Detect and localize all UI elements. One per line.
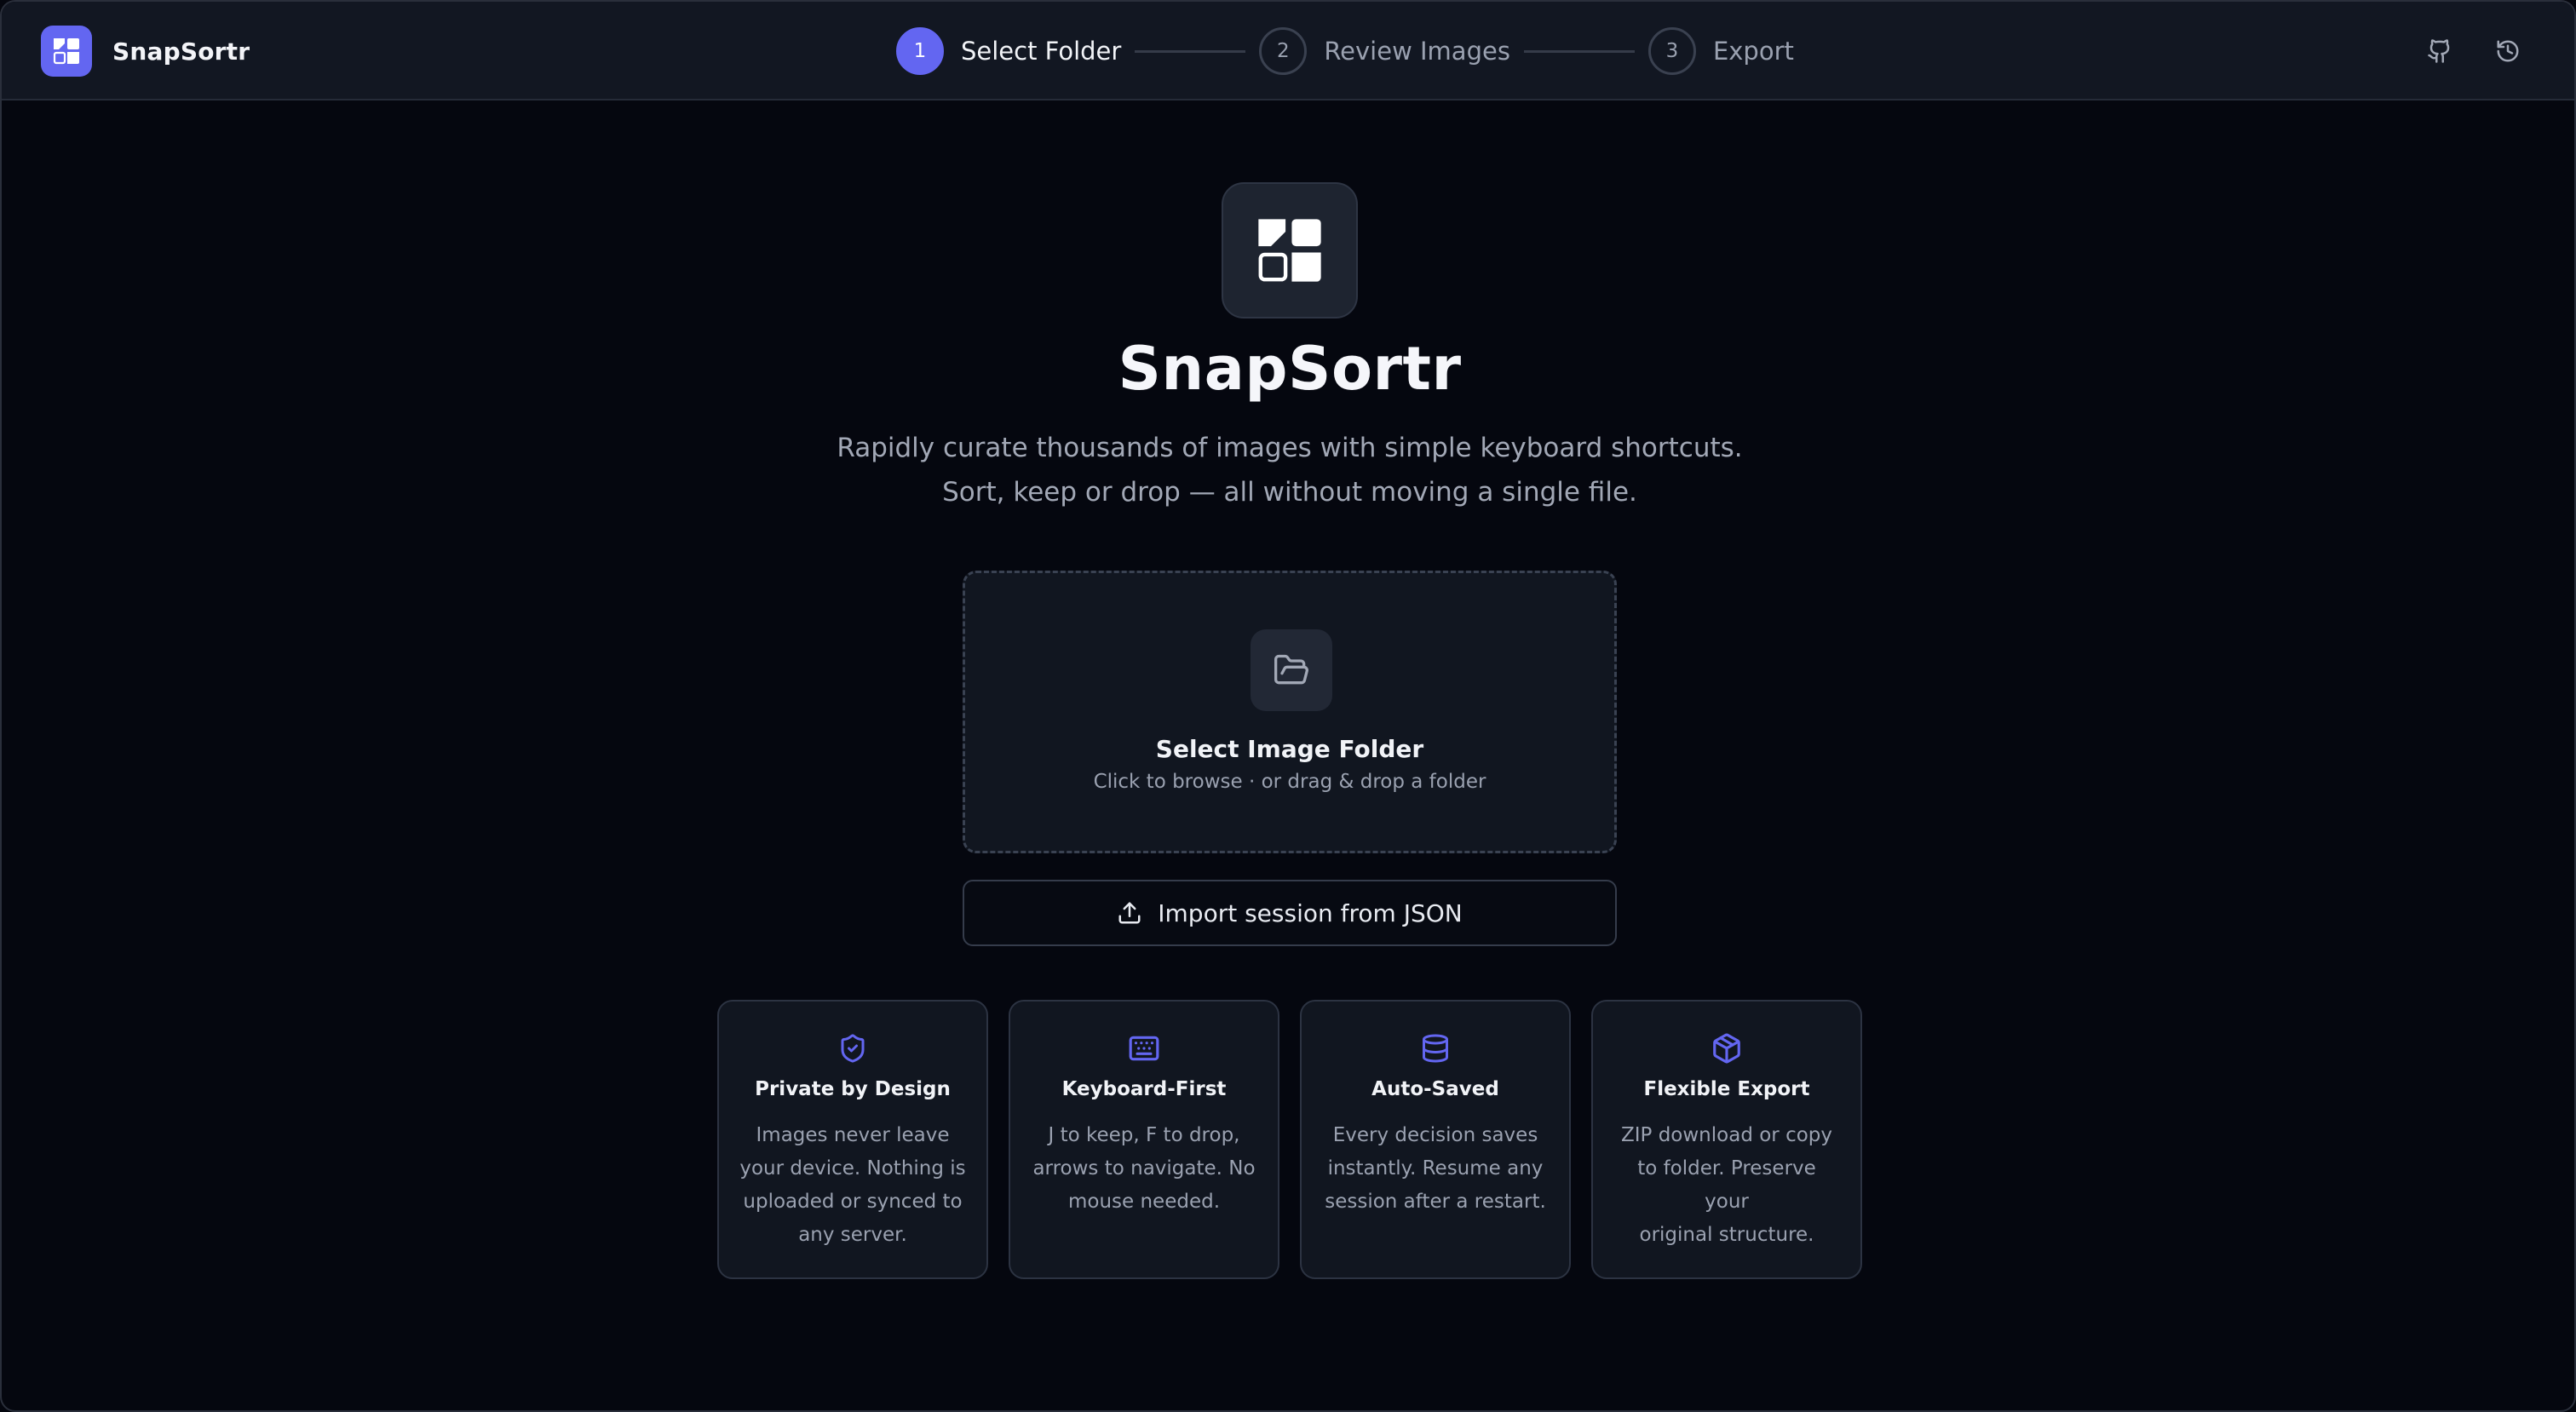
app-window: SnapSortr 1 Select Folder 2 Review Image… — [0, 0, 2576, 1412]
hero-title: SnapSortr — [1118, 334, 1462, 404]
step-label: Review Images — [1324, 37, 1510, 66]
brand[interactable]: SnapSortr — [41, 26, 250, 77]
feature-desc-line: instantly. Resume any — [1327, 1157, 1544, 1180]
upload-icon — [1117, 900, 1142, 926]
app-logo-icon — [41, 26, 92, 77]
step-number: 3 — [1647, 27, 1696, 75]
feature-title: Auto-Saved — [1371, 1078, 1499, 1100]
package-icon — [1593, 1032, 1860, 1066]
history-icon[interactable] — [2491, 34, 2525, 68]
feature-desc-line: original structure. — [1639, 1224, 1814, 1246]
database-icon — [1302, 1032, 1569, 1066]
feature-desc-line: to folder. Preserve your — [1637, 1157, 1816, 1213]
step-number: 2 — [1259, 27, 1308, 75]
step-label: Export — [1712, 37, 1794, 66]
top-bar: SnapSortr 1 Select Folder 2 Review Image… — [2, 2, 2574, 100]
dropzone-title: Select Image Folder — [1155, 735, 1424, 763]
feature-desc-line: Images never leave — [756, 1124, 950, 1146]
step-select-folder[interactable]: 1 Select Folder — [896, 27, 1121, 75]
feature-desc-line: your device. Nothing is — [739, 1157, 966, 1180]
keyboard-icon — [1010, 1032, 1278, 1066]
feature-card-autosaved: Auto-Saved Every decision saves instantl… — [1300, 1000, 1571, 1279]
feature-description: Images never leave your device. Nothing … — [739, 1119, 966, 1252]
folder-open-icon — [1251, 629, 1332, 711]
step-number: 1 — [896, 27, 944, 75]
import-session-button[interactable]: Import session from JSON — [963, 880, 1617, 946]
feature-description: ZIP download or copy to folder. Preserve… — [1613, 1119, 1840, 1252]
feature-desc-line: uploaded or synced to — [743, 1191, 963, 1213]
step-label: Select Folder — [961, 37, 1122, 66]
step-connector — [1523, 49, 1635, 53]
feature-title: Private by Design — [755, 1078, 951, 1100]
feature-desc-line: mouse needed. — [1067, 1191, 1221, 1213]
feature-desc-line: Every decision saves — [1332, 1124, 1538, 1146]
hero-logo-icon — [1222, 182, 1358, 319]
feature-description: Every decision saves instantly. Resume a… — [1322, 1119, 1549, 1219]
feature-card-private: Private by Design Images never leave you… — [717, 1000, 988, 1279]
step-connector — [1135, 49, 1246, 53]
feature-desc-line: any server. — [798, 1224, 907, 1246]
shield-check-icon — [719, 1032, 986, 1066]
stepper: 1 Select Folder 2 Review Images 3 Export — [896, 26, 1794, 77]
feature-description: J to keep, F to drop, arrows to navigate… — [1031, 1119, 1257, 1219]
step-export[interactable]: 3 Export — [1647, 27, 1794, 75]
dropzone-subtitle: Click to browse · or drag & drop a folde… — [1093, 771, 1486, 793]
feature-desc-line: arrows to navigate. No — [1032, 1157, 1256, 1180]
app-name: SnapSortr — [112, 37, 250, 66]
import-button-label: Import session from JSON — [1158, 898, 1463, 927]
github-icon[interactable] — [2423, 34, 2457, 68]
feature-card-keyboard: Keyboard-First J to keep, F to drop, arr… — [1009, 1000, 1279, 1279]
feature-title: Keyboard-First — [1061, 1078, 1227, 1100]
feature-card-export: Flexible Export ZIP download or copy to … — [1591, 1000, 1862, 1279]
feature-desc-line: ZIP download or copy — [1620, 1124, 1832, 1146]
select-folder-dropzone[interactable]: Select Image Folder Click to browse · or… — [963, 571, 1617, 853]
feature-desc-line: session after a restart. — [1325, 1191, 1546, 1213]
feature-title: Flexible Export — [1643, 1078, 1810, 1100]
step-review-images[interactable]: 2 Review Images — [1259, 27, 1510, 75]
feature-desc-line: J to keep, F to drop, — [1048, 1124, 1240, 1146]
hero-subtitle-line-1: Rapidly curate thousands of images with … — [837, 433, 1743, 463]
hero-subtitle-line-2: Sort, keep or drop — all without moving … — [942, 477, 1637, 508]
